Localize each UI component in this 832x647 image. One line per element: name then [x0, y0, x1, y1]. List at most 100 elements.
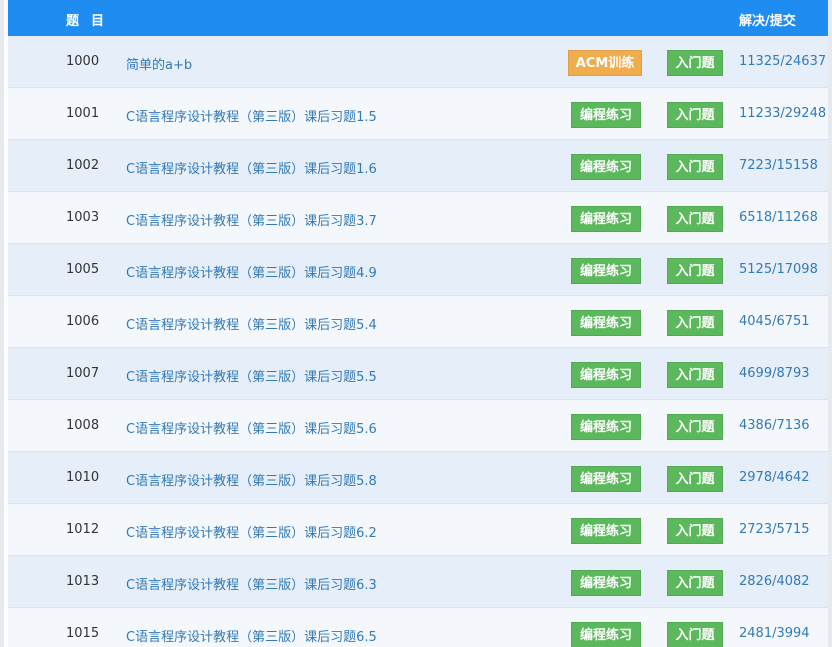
submitted-count-link[interactable]: 4642 — [776, 470, 809, 485]
table-row: 1007 C语言程序设计教程（第三版）课后习题5.5 编程练习 入门题 4699/879… — [8, 348, 828, 400]
solve-submit-stats: 11325/24637 — [739, 54, 826, 69]
solved-count-link[interactable]: 4045 — [739, 314, 772, 329]
submitted-count-link[interactable]: 6751 — [776, 314, 809, 329]
submitted-count-link[interactable]: 7136 — [776, 418, 809, 433]
problem-title-link[interactable]: C语言程序设计教程（第三版）课后习题6.5 — [126, 626, 377, 645]
submitted-count-link[interactable]: 8793 — [776, 366, 809, 381]
entry-level-tag[interactable]: 入门题 — [667, 518, 723, 544]
solved-count-link[interactable]: 2826 — [739, 574, 772, 589]
acm-training-tag[interactable]: ACM训练 — [568, 50, 642, 76]
header-title-column: 题目 — [66, 14, 117, 29]
problem-title-link[interactable]: C语言程序设计教程（第三版）课后习题3.7 — [126, 210, 377, 229]
problem-title-link[interactable]: 简单的a+b — [126, 54, 192, 73]
solved-count-link[interactable]: 2978 — [739, 470, 772, 485]
programming-practice-tag[interactable]: 编程练习 — [571, 362, 641, 388]
entry-level-tag[interactable]: 入门题 — [667, 570, 723, 596]
table-row: 1002 C语言程序设计教程（第三版）课后习题1.6 编程练习 入门题 7223/151… — [8, 140, 828, 192]
table-row: 1003 C语言程序设计教程（第三版）课后习题3.7 编程练习 入门题 6518/112… — [8, 192, 828, 244]
solved-count-link[interactable]: 6518 — [739, 210, 772, 225]
problem-id: 1001 — [66, 106, 100, 121]
problem-title-link[interactable]: C语言程序设计教程（第三版）课后习题6.3 — [126, 574, 377, 593]
submitted-count-link[interactable]: 4082 — [776, 574, 809, 589]
solve-submit-stats: 2481/3994 — [739, 626, 810, 641]
table-body: 1000 简单的a+b ACM训练 入门题 11325/24637 1001 C语言程序设计… — [8, 36, 828, 647]
entry-level-tag[interactable]: 入门题 — [667, 206, 723, 232]
problem-title-link[interactable]: C语言程序设计教程（第三版）课后习题6.2 — [126, 522, 377, 541]
solved-count-link[interactable]: 5125 — [739, 262, 772, 277]
problem-id: 1002 — [66, 158, 100, 173]
solve-submit-stats: 6518/11268 — [739, 210, 818, 225]
problem-title-link[interactable]: C语言程序设计教程（第三版）课后习题4.9 — [126, 262, 377, 281]
problem-id: 1010 — [66, 470, 100, 485]
submitted-count-link[interactable]: 3994 — [776, 626, 809, 641]
solved-count-link[interactable]: 2481 — [739, 626, 772, 641]
problem-title-link[interactable]: C语言程序设计教程（第三版）课后习题5.6 — [126, 418, 377, 437]
solve-submit-stats: 2723/5715 — [739, 522, 810, 537]
entry-level-tag[interactable]: 入门题 — [667, 102, 723, 128]
solve-submit-stats: 4045/6751 — [739, 314, 810, 329]
solve-submit-stats: 2978/4642 — [739, 470, 810, 485]
table-row: 1000 简单的a+b ACM训练 入门题 11325/24637 — [8, 36, 828, 88]
entry-level-tag[interactable]: 入门题 — [667, 154, 723, 180]
table-row: 1010 C语言程序设计教程（第三版）课后习题5.8 编程练习 入门题 2978/464… — [8, 452, 828, 504]
solved-count-link[interactable]: 4699 — [739, 366, 772, 381]
programming-practice-tag[interactable]: 编程练习 — [571, 518, 641, 544]
solved-count-link[interactable]: 7223 — [739, 158, 772, 173]
problem-list-page: 题目 解决/提交 1000 简单的a+b ACM训练 入门题 11325/24637 10… — [0, 0, 832, 647]
problem-id: 1005 — [66, 262, 100, 277]
table-header: 题目 解决/提交 — [8, 0, 828, 36]
programming-practice-tag[interactable]: 编程练习 — [571, 414, 641, 440]
solved-count-link[interactable]: 4386 — [739, 418, 772, 433]
programming-practice-tag[interactable]: 编程练习 — [571, 622, 641, 647]
entry-level-tag[interactable]: 入门题 — [667, 414, 723, 440]
problem-id: 1015 — [66, 626, 100, 641]
problem-title-link[interactable]: C语言程序设计教程（第三版）课后习题5.5 — [126, 366, 377, 385]
problem-id: 1007 — [66, 366, 100, 381]
table-row: 1005 C语言程序设计教程（第三版）课后习题4.9 编程练习 入门题 5125/170… — [8, 244, 828, 296]
solved-count-link[interactable]: 11325 — [739, 54, 780, 69]
table-row: 1012 C语言程序设计教程（第三版）课后习题6.2 编程练习 入门题 2723/571… — [8, 504, 828, 556]
problem-title-link[interactable]: C语言程序设计教程（第三版）课后习题5.8 — [126, 470, 377, 489]
problem-table: 题目 解决/提交 1000 简单的a+b ACM训练 入门题 11325/24637 10… — [8, 0, 828, 647]
solved-count-link[interactable]: 2723 — [739, 522, 772, 537]
programming-practice-tag[interactable]: 编程练习 — [571, 310, 641, 336]
entry-level-tag[interactable]: 入门题 — [667, 466, 723, 492]
table-row: 1006 C语言程序设计教程（第三版）课后习题5.4 编程练习 入门题 4045/675… — [8, 296, 828, 348]
solve-submit-stats: 2826/4082 — [739, 574, 810, 589]
solve-submit-stats: 7223/15158 — [739, 158, 818, 173]
entry-level-tag[interactable]: 入门题 — [667, 310, 723, 336]
programming-practice-tag[interactable]: 编程练习 — [571, 258, 641, 284]
problem-id: 1000 — [66, 54, 100, 69]
submitted-count-link[interactable]: 17098 — [776, 262, 817, 277]
programming-practice-tag[interactable]: 编程练习 — [571, 466, 641, 492]
solve-submit-stats: 4699/8793 — [739, 366, 810, 381]
submitted-count-link[interactable]: 5715 — [776, 522, 809, 537]
solve-submit-stats: 5125/17098 — [739, 262, 818, 277]
submitted-count-link[interactable]: 15158 — [776, 158, 817, 173]
problem-title-link[interactable]: C语言程序设计教程（第三版）课后习题1.5 — [126, 106, 377, 125]
solve-submit-stats: 4386/7136 — [739, 418, 810, 433]
table-row: 1008 C语言程序设计教程（第三版）课后习题5.6 编程练习 入门题 4386/713… — [8, 400, 828, 452]
problem-id: 1012 — [66, 522, 100, 537]
submitted-count-link[interactable]: 24637 — [785, 54, 826, 69]
entry-level-tag[interactable]: 入门题 — [667, 622, 723, 647]
problem-id: 1008 — [66, 418, 100, 433]
programming-practice-tag[interactable]: 编程练习 — [571, 570, 641, 596]
submitted-count-link[interactable]: 29248 — [785, 106, 826, 121]
problem-title-link[interactable]: C语言程序设计教程（第三版）课后习题5.4 — [126, 314, 377, 333]
entry-level-tag[interactable]: 入门题 — [667, 50, 723, 76]
problem-id: 1006 — [66, 314, 100, 329]
solve-submit-stats: 11233/29248 — [739, 106, 826, 121]
entry-level-tag[interactable]: 入门题 — [667, 362, 723, 388]
problem-id: 1013 — [66, 574, 100, 589]
header-stats-column: 解决/提交 — [739, 14, 796, 29]
solved-count-link[interactable]: 11233 — [739, 106, 780, 121]
programming-practice-tag[interactable]: 编程练习 — [571, 206, 641, 232]
problem-title-link[interactable]: C语言程序设计教程（第三版）课后习题1.6 — [126, 158, 377, 177]
table-row: 1001 C语言程序设计教程（第三版）课后习题1.5 编程练习 入门题 11233/29… — [8, 88, 828, 140]
programming-practice-tag[interactable]: 编程练习 — [571, 154, 641, 180]
submitted-count-link[interactable]: 11268 — [776, 210, 817, 225]
entry-level-tag[interactable]: 入门题 — [667, 258, 723, 284]
programming-practice-tag[interactable]: 编程练习 — [571, 102, 641, 128]
table-row: 1015 C语言程序设计教程（第三版）课后习题6.5 编程练习 入门题 2481/399… — [8, 608, 828, 647]
